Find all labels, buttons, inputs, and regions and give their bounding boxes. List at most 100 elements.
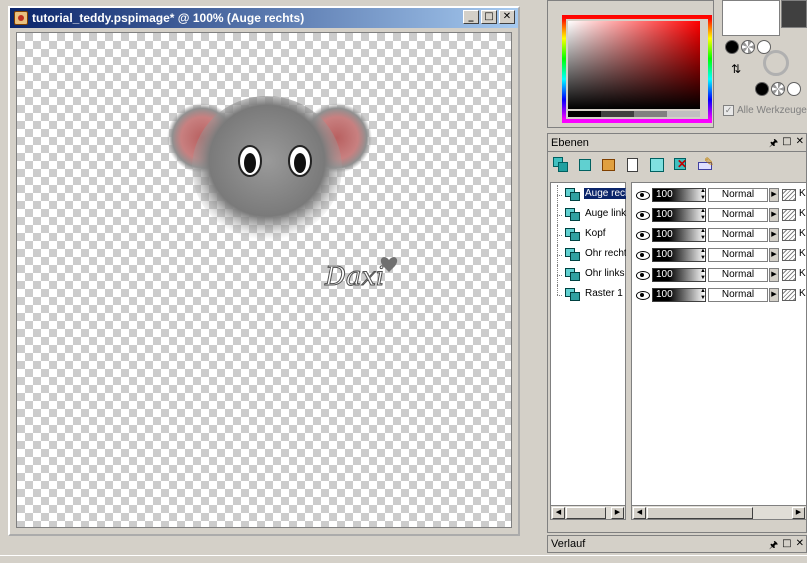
blend-dropdown-icon[interactable]: ▶ [769, 248, 779, 262]
opacity-slider[interactable]: 100 [652, 208, 706, 222]
bg-none-mode-icon[interactable] [787, 82, 801, 96]
close-panel-icon[interactable]: ✕ [796, 136, 804, 153]
all-tools-checkbox[interactable]: ✓ Alle Werkzeuge [723, 105, 807, 116]
blend-dropdown-icon[interactable]: ▶ [769, 268, 779, 282]
history-panel-header[interactable]: Verlauf 🖈 □ ✕ [547, 535, 807, 553]
scroll-left-icon[interactable]: ◀ [552, 507, 565, 519]
pin-icon[interactable]: 🖈 [769, 538, 778, 555]
opacity-slider[interactable]: 100 [652, 188, 706, 202]
layer-name[interactable]: Raster 1 [584, 288, 626, 299]
bg-color-mode-icon[interactable] [755, 82, 769, 96]
background-swatch[interactable] [781, 0, 807, 28]
layer-name[interactable]: Ohr rechts [584, 248, 626, 259]
opacity-slider[interactable]: 100 [652, 268, 706, 282]
layer-properties-icon[interactable]: ✎ [696, 155, 714, 174]
blend-mode-select[interactable]: Normal [708, 268, 768, 282]
opacity-spin-icon[interactable]: ▲ ▼ [700, 248, 706, 262]
opacity-spin-icon[interactable]: ▲ ▼ [700, 188, 706, 202]
delete-layer-icon[interactable]: ✕ [672, 156, 690, 174]
pin-icon[interactable]: 🖈 [769, 136, 778, 153]
image-canvas[interactable]: Daxi [16, 32, 512, 528]
opacity-spin-icon[interactable]: ▲ ▼ [700, 208, 706, 222]
new-mask-layer-icon[interactable] [600, 156, 618, 174]
eye-icon[interactable] [636, 230, 650, 240]
eye-icon[interactable] [636, 210, 650, 220]
layer-icon [565, 188, 581, 202]
duplicate-layer-icon[interactable] [648, 156, 666, 174]
blend-mode-select[interactable]: Normal [708, 288, 768, 302]
layer-props-row: 100 ▲ ▼ Normal ▶ K [632, 205, 806, 225]
layer-name[interactable]: Auge rechts [584, 188, 626, 199]
image-window-title: tutorial_teddy.pspimage* @ 100% (Auge re… [32, 11, 305, 25]
lock-icon[interactable] [782, 249, 796, 261]
blend-mode-select[interactable]: Normal [708, 208, 768, 222]
eye-icon[interactable] [636, 190, 650, 200]
signature-text: Daxi [324, 262, 384, 292]
layer-row[interactable]: Kopf [551, 225, 625, 245]
layer-name[interactable]: Ohr links [584, 268, 626, 279]
new-raster-layer-icon[interactable] [552, 156, 570, 174]
layer-row[interactable]: Raster 1 [551, 285, 625, 305]
layer-row[interactable]: Auge rechts [551, 185, 626, 205]
layer-name[interactable]: Kopf [584, 228, 626, 239]
layers-panel-header[interactable]: Ebenen 🖈 □ ✕ [548, 134, 806, 152]
props-scrollbar[interactable]: ◀ ▶ [632, 505, 806, 519]
blend-dropdown-icon[interactable]: ▶ [769, 288, 779, 302]
gray-strip[interactable] [568, 111, 700, 117]
restore-icon[interactable]: □ [782, 136, 791, 153]
layer-name[interactable]: Auge links [584, 208, 626, 219]
foreground-swatch[interactable] [722, 0, 780, 36]
tree-scrollbar[interactable]: ◀ ▶ [551, 505, 625, 519]
swap-colors-icon[interactable]: ⇅ [731, 62, 741, 76]
eye-icon[interactable] [636, 270, 650, 280]
color-spectrum[interactable] [562, 15, 712, 123]
opacity-slider[interactable]: 100 [652, 248, 706, 262]
blend-mode-select[interactable]: Normal [708, 248, 768, 262]
opacity-spin-icon[interactable]: ▲ ▼ [700, 288, 706, 302]
scroll-thumb[interactable] [566, 507, 606, 519]
blend-dropdown-icon[interactable]: ▶ [769, 188, 779, 202]
opacity-slider[interactable]: 100 [652, 228, 706, 242]
blend-mode-select[interactable]: Normal [708, 228, 768, 242]
right-pupil [294, 153, 306, 173]
scroll-right-icon[interactable]: ▶ [611, 507, 624, 519]
lock-icon[interactable] [782, 189, 796, 201]
material-picker[interactable] [547, 0, 714, 128]
opacity-spin-icon[interactable]: ▲ ▼ [700, 228, 706, 242]
bg-gradient-mode-icon[interactable] [771, 82, 785, 96]
blend-dropdown-icon[interactable]: ▶ [769, 208, 779, 222]
layer-properties-list[interactable]: 100 ▲ ▼ Normal ▶ K 100 ▲ ▼ Normal ▶ K 100 ▲ ▼ Normal ▶… [631, 182, 807, 520]
opacity-spin-icon[interactable]: ▲ ▼ [700, 268, 706, 282]
extra-column: K [799, 228, 806, 239]
blend-dropdown-icon[interactable]: ▶ [769, 228, 779, 242]
lock-icon[interactable] [782, 289, 796, 301]
scroll-right-icon[interactable]: ▶ [792, 507, 805, 519]
lock-icon[interactable] [782, 229, 796, 241]
layer-row[interactable]: Auge links [551, 205, 626, 225]
layer-tree[interactable]: Auge rechts Auge links Kopf Ohr rechts O… [550, 182, 626, 520]
eye-icon[interactable] [636, 250, 650, 260]
scroll-thumb[interactable] [647, 507, 753, 519]
scroll-left-icon[interactable]: ◀ [633, 507, 646, 519]
lock-icon[interactable] [782, 269, 796, 281]
close-panel-icon[interactable]: ✕ [796, 538, 804, 555]
opacity-slider[interactable]: 100 [652, 288, 706, 302]
minimize-button[interactable]: _ [463, 10, 479, 24]
eye-icon[interactable] [636, 290, 650, 300]
layer-group-icon[interactable] [624, 156, 642, 174]
gradient-mode-icon[interactable] [741, 40, 755, 54]
image-window-titlebar[interactable]: tutorial_teddy.pspimage* @ 100% (Auge re… [10, 8, 518, 28]
blend-mode-select[interactable]: Normal [708, 188, 768, 202]
new-vector-layer-icon[interactable] [576, 156, 594, 174]
lock-icon[interactable] [782, 209, 796, 221]
layer-row[interactable]: Ohr rechts [551, 245, 626, 265]
maximize-button[interactable]: □ [481, 10, 497, 24]
layer-row[interactable]: Ohr links [551, 265, 625, 285]
layer-props-row: 100 ▲ ▼ Normal ▶ K [632, 185, 806, 205]
restore-icon[interactable]: □ [782, 538, 791, 555]
document-icon [14, 11, 28, 25]
color-field[interactable] [568, 21, 700, 109]
image-window[interactable]: tutorial_teddy.pspimage* @ 100% (Auge re… [8, 6, 520, 536]
color-mode-icon[interactable] [725, 40, 739, 54]
close-button[interactable]: ✕ [499, 10, 515, 24]
